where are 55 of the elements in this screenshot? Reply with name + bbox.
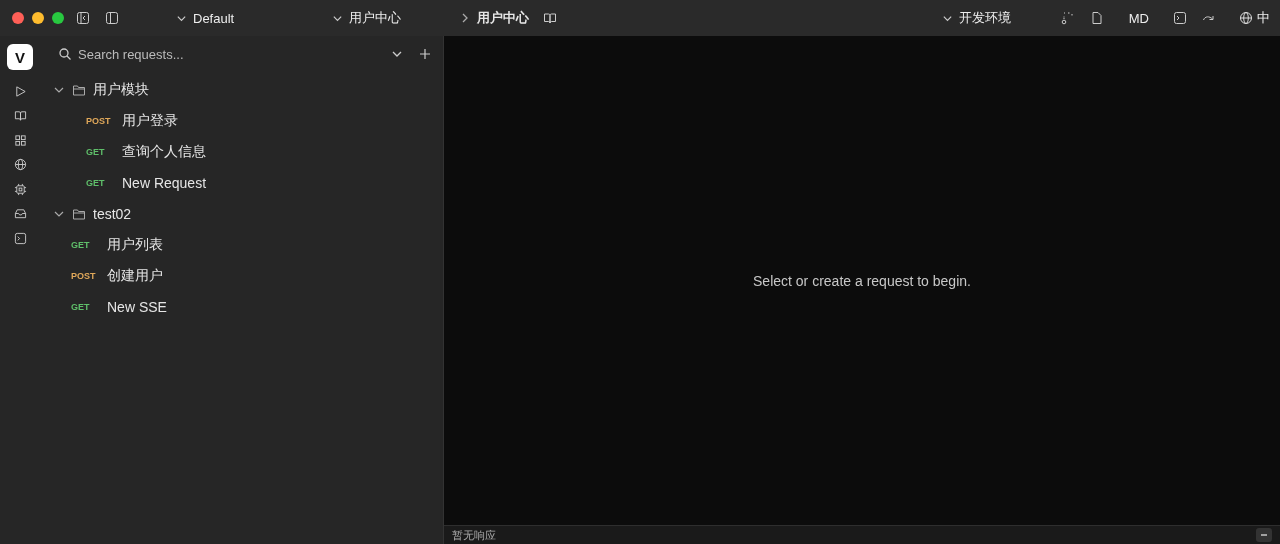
request-item[interactable]: GET New Request — [40, 167, 443, 198]
request-name: 创建用户 — [107, 266, 163, 285]
method-label: GET — [71, 301, 91, 312]
folder-icon — [72, 82, 86, 97]
request-name: 查询个人信息 — [122, 142, 206, 161]
minimize-window-button[interactable] — [32, 12, 44, 24]
method-label: GET — [71, 239, 91, 250]
folder-item[interactable]: test02 — [40, 198, 443, 229]
terminal-icon[interactable] — [13, 231, 27, 245]
request-item[interactable]: GET 用户列表 — [40, 229, 443, 260]
book-icon[interactable] — [543, 11, 558, 25]
sidebar-toggle-icon[interactable] — [105, 11, 119, 25]
request-item[interactable]: GET 查询个人信息 — [40, 136, 443, 167]
book-icon[interactable] — [13, 109, 27, 122]
request-item[interactable]: GET New SSE — [40, 291, 443, 322]
request-item[interactable]: POST 用户登录 — [40, 105, 443, 136]
add-icon[interactable] — [419, 48, 431, 60]
terminal-icon[interactable] — [1173, 11, 1187, 25]
response-status: 暂无响应 — [452, 527, 496, 543]
collapse-sidebar-icon[interactable] — [76, 11, 90, 25]
request-item[interactable]: POST 创建用户 — [40, 260, 443, 291]
folder-icon — [72, 206, 86, 221]
language-button[interactable]: 中 — [1239, 9, 1270, 27]
play-icon[interactable] — [13, 84, 27, 98]
folder-name: 用户模块 — [93, 80, 149, 99]
request-name: New SSE — [107, 298, 167, 315]
search-field[interactable]: Search requests... — [76, 45, 375, 63]
workspace-dropdown[interactable]: Default — [172, 8, 239, 28]
request-name: New Request — [122, 174, 207, 191]
method-label: GET — [86, 177, 106, 188]
project-dropdown[interactable]: 用户中心 — [328, 7, 406, 29]
empty-state-message: Select or create a request to begin. — [753, 272, 971, 289]
folder-item[interactable]: 用户模块 — [40, 74, 443, 105]
request-name: 用户列表 — [107, 235, 163, 254]
chevron-right-icon — [461, 11, 470, 25]
method-label: POST — [86, 115, 112, 126]
app-logo[interactable]: V — [7, 44, 33, 70]
method-label: POST — [71, 270, 97, 281]
method-label: GET — [86, 146, 106, 157]
grid-icon[interactable] — [13, 133, 27, 147]
zoom-window-button[interactable] — [52, 12, 64, 24]
nodes-icon[interactable] — [1060, 11, 1075, 25]
folder-name: test02 — [93, 205, 132, 222]
document-icon[interactable] — [1089, 11, 1104, 25]
request-name: 用户登录 — [122, 111, 178, 130]
panel-toggle-button[interactable] — [1256, 528, 1272, 542]
markdown-button[interactable]: MD — [1128, 10, 1149, 26]
inbox-icon[interactable] — [13, 207, 27, 220]
close-window-button[interactable] — [12, 12, 24, 24]
environment-dropdown[interactable]: 开发环境 — [937, 7, 1015, 29]
search-icon — [58, 47, 72, 61]
globe-icon[interactable] — [13, 158, 27, 171]
chip-icon[interactable] — [13, 182, 27, 196]
globe-icon — [1239, 11, 1253, 25]
breadcrumb-title: 用户中心 — [477, 9, 530, 27]
